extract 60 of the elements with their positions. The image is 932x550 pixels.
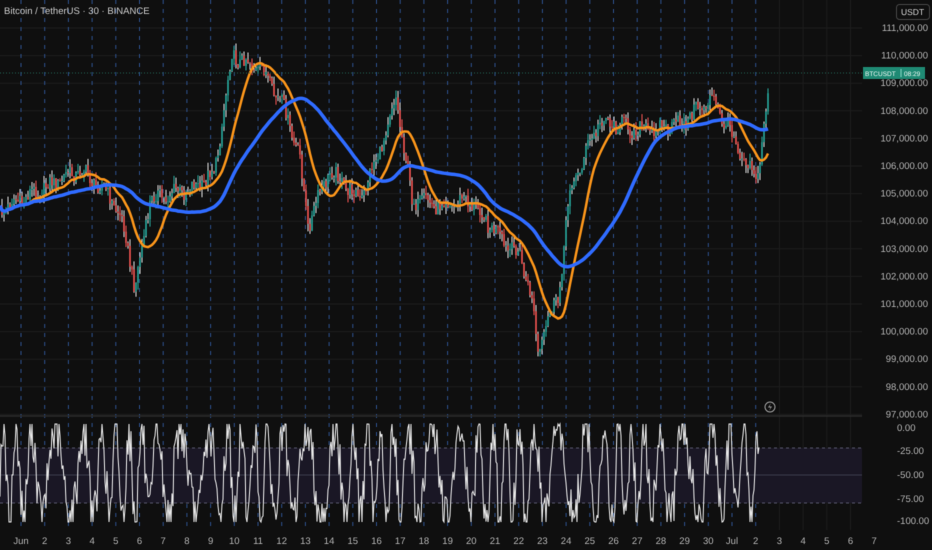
time-axis-label: 25 [584, 536, 596, 547]
time-axis-label: 20 [466, 536, 477, 547]
time-axis-label: 14 [324, 536, 334, 547]
price-axis-label: 106,000.00 [880, 161, 928, 172]
oscillator-axis-label: -75.00 [897, 494, 924, 505]
time-axis-label: 18 [418, 536, 430, 547]
price-axis-label: 105,000.00 [880, 188, 928, 200]
price-axis-label: 101,000.00 [880, 299, 928, 310]
time-axis-label: 6 [848, 536, 854, 547]
time-axis-label: 11 [253, 536, 263, 547]
price-axis-label: 99,000.00 [886, 354, 928, 366]
time-axis-label: 6 [136, 536, 142, 547]
time-axis-label: 8 [184, 536, 190, 547]
price-axis-label: 98,000.00 [886, 382, 928, 393]
time-axis-label: 28 [656, 536, 666, 547]
time-axis-label: 19 [442, 536, 453, 547]
time-axis-label: 5 [113, 536, 118, 547]
time-axis-label: 3 [776, 536, 782, 547]
price-axis-label: 108,000.00 [880, 106, 928, 117]
time-axis-label: 2 [753, 536, 758, 547]
time-axis-label: 27 [632, 536, 642, 547]
price-axis-label: 111,000.00 [882, 23, 928, 34]
price-axis-label: 107,000.00 [880, 133, 928, 144]
time-axis-label: 16 [371, 536, 382, 547]
oscillator-axis-label: -25.00 [897, 446, 924, 457]
currency-button[interactable]: USDT [896, 4, 930, 20]
price-axis-label: 103,000.00 [880, 244, 928, 255]
price-axis-label: 104,000.00 [880, 216, 928, 228]
time-axis-label: 5 [824, 536, 830, 547]
time-axis-label: 2 [42, 536, 48, 547]
time-axis-label: 24 [560, 536, 572, 547]
time-axis-label: 23 [537, 536, 548, 547]
time-axis-label: 10 [229, 536, 240, 547]
time-axis-label: 13 [300, 536, 311, 547]
time-axis-label: 26 [608, 536, 619, 547]
price-axis-label: 109,000.00 [880, 78, 928, 90]
time-axis-label: 21 [490, 536, 500, 547]
time-axis-label: 9 [208, 536, 214, 547]
time-axis-label: 4 [800, 536, 806, 547]
price-axis-label: 102,000.00 [880, 271, 928, 282]
chart-title: Bitcoin / TetherUS · 30 · BINANCE [4, 6, 150, 17]
price-axis-label: 110,000.00 [881, 50, 928, 62]
price-axis-label: 97,000.00 [886, 409, 928, 420]
time-axis-label: 30 [703, 536, 714, 547]
time-axis-label: 12 [276, 536, 287, 547]
time-axis-label: 3 [66, 536, 72, 547]
price-axis-label: 100,000.00 [880, 326, 928, 338]
time-axis-label: 15 [348, 536, 358, 547]
time-axis-label: 7 [160, 536, 166, 547]
time-axis-label: 17 [394, 536, 406, 547]
lightning-icon[interactable] [764, 402, 776, 412]
time-axis-label: Jul [726, 536, 738, 547]
time-axis-label: 22 [513, 536, 524, 547]
time-axis-label: 7 [872, 536, 877, 547]
oscillator-axis-label: 0.00 [897, 423, 916, 434]
oscillator-axis-label: -50.00 [897, 470, 924, 481]
time-axis-label: 29 [679, 536, 690, 547]
time-axis-label: 4 [89, 536, 95, 547]
time-axis-label: Jun [13, 536, 29, 547]
oscillator-axis-label: -100.00 [897, 516, 930, 527]
